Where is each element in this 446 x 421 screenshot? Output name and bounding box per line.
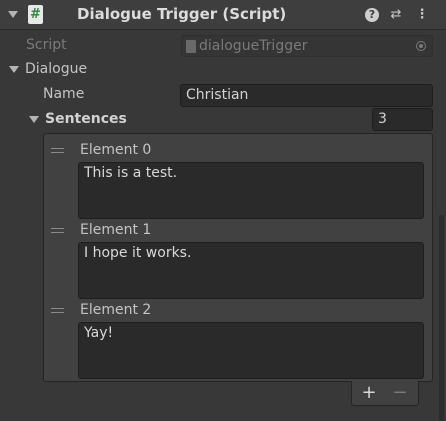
script-label: Script xyxy=(26,37,67,53)
drag-handle-icon[interactable] xyxy=(51,228,64,233)
dialogue-label[interactable]: Dialogue xyxy=(25,61,87,77)
remove-element-button[interactable]: − xyxy=(387,382,413,404)
sentences-foldout-arrow-icon[interactable] xyxy=(29,116,39,123)
element-0-textarea[interactable]: This is a test. xyxy=(78,162,424,219)
element-1-textarea[interactable]: I hope it works. xyxy=(78,242,424,299)
add-element-button[interactable]: + xyxy=(356,382,382,404)
element-2-value: Yay! xyxy=(84,325,114,341)
element-2-label: Element 2 xyxy=(80,302,152,318)
drag-handle-icon[interactable] xyxy=(51,148,64,153)
element-1-value: I hope it works. xyxy=(84,245,192,261)
script-icon: # xyxy=(28,5,43,24)
script-file-icon xyxy=(186,40,196,53)
component-title: Dialogue Trigger (Script) xyxy=(77,5,287,23)
help-icon[interactable]: ? xyxy=(365,8,379,22)
sentences-size-field[interactable]: 3 xyxy=(372,108,433,131)
element-2-textarea[interactable]: Yay! xyxy=(78,322,424,379)
name-field-value: Christian xyxy=(186,87,249,103)
drag-handle-icon[interactable] xyxy=(51,308,64,313)
component-header[interactable]: # Dialogue Trigger (Script) ? ⇄ ⋮ xyxy=(0,0,446,30)
sentences-label[interactable]: Sentences xyxy=(45,111,127,127)
name-field[interactable]: Christian xyxy=(180,84,433,107)
scrollbar[interactable] xyxy=(439,215,444,421)
object-picker-icon[interactable] xyxy=(416,41,426,51)
element-0-value: This is a test. xyxy=(84,165,178,181)
script-object-field[interactable]: dialogueTrigger xyxy=(181,35,433,57)
sentences-size-value: 3 xyxy=(378,111,387,127)
element-1-label: Element 1 xyxy=(80,222,152,238)
list-footer: + − xyxy=(351,381,419,406)
script-object-value: dialogueTrigger xyxy=(199,38,308,54)
name-label: Name xyxy=(43,86,85,102)
context-menu-icon[interactable]: ⋮ xyxy=(415,7,429,23)
component-foldout-arrow-icon[interactable] xyxy=(8,11,18,18)
element-0-label: Element 0 xyxy=(80,142,152,158)
presets-icon[interactable]: ⇄ xyxy=(388,7,404,23)
dialogue-foldout-arrow-icon[interactable] xyxy=(9,66,19,73)
